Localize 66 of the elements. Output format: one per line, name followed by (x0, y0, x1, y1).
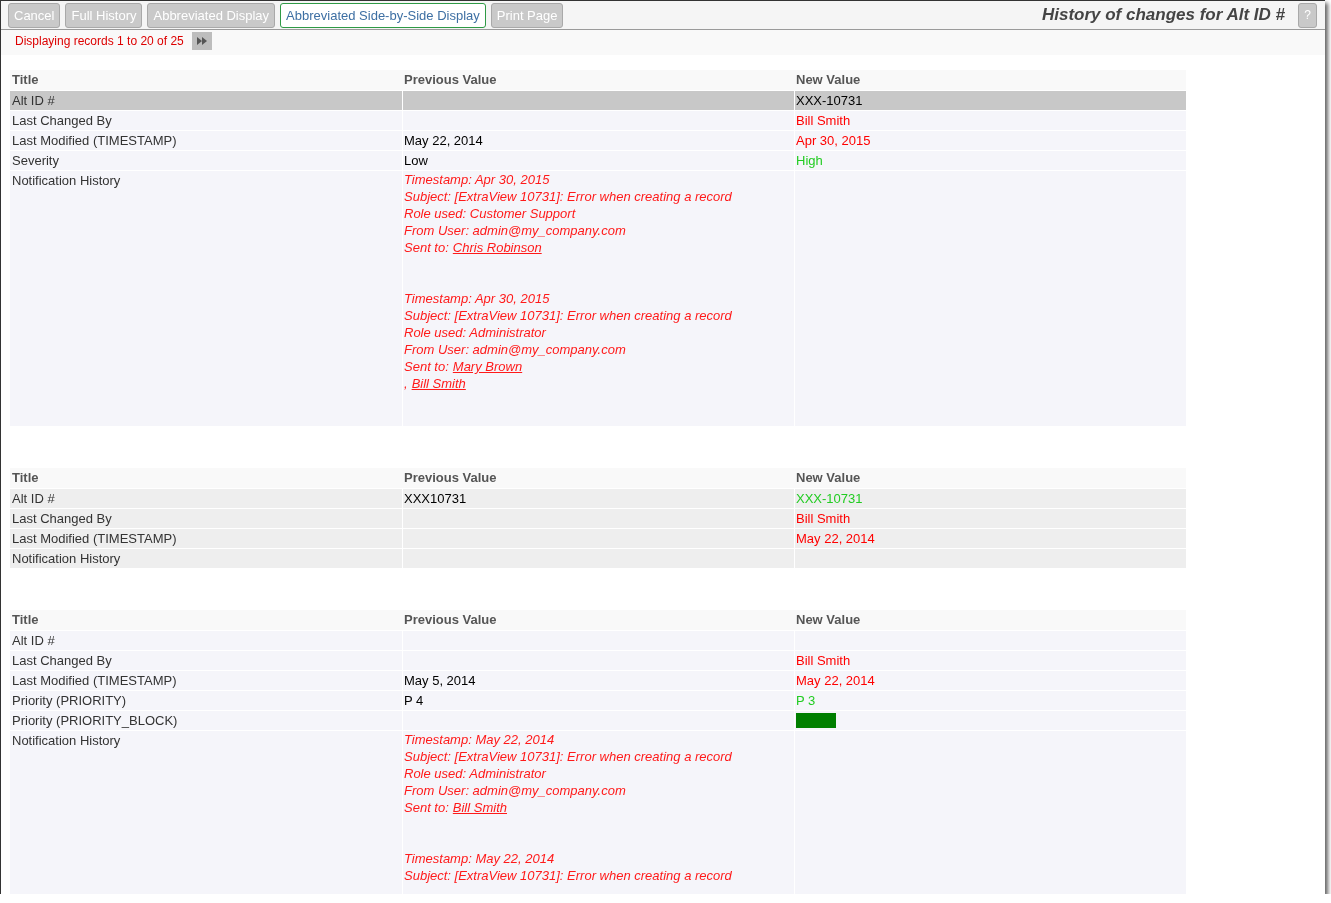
column-header: Previous Value (403, 469, 498, 487)
notification-line: Subject: [ExtraView 10731]: Error when creating a record (404, 307, 732, 324)
toolbar-button[interactable]: Abbreviated Side-by-Side Display (280, 2, 486, 28)
table-cell: Low (402, 151, 794, 170)
notification-line: Timestamp: May 22, 2014 (404, 731, 555, 748)
table-cell-text: Priority (PRIORITY) (11, 692, 128, 710)
table-cell-text: Notification History (11, 172, 122, 190)
table-cell: High (794, 151, 1186, 170)
column-header: Previous Value (403, 611, 498, 629)
table-cell: P 3 (794, 691, 1186, 710)
column-header: New Value (795, 469, 862, 487)
notification-line: Subject: [ExtraView 10731]: Error when creating a record (404, 748, 732, 765)
table-cell-text: Notification History (11, 550, 122, 568)
table-cell-text: Last Modified (TIMESTAMP) (11, 132, 178, 150)
table-cell: P 4 (402, 691, 794, 710)
notification-line: From User: admin@my_company.com (404, 341, 626, 358)
table-cell-text: Alt ID # (11, 92, 56, 110)
table-cell-text: Last Modified (TIMESTAMP) (11, 530, 178, 548)
recipient-label: Sent to: (404, 799, 449, 816)
table-cell: May 5, 2014 (402, 671, 794, 690)
table-cell-text: Last Modified (TIMESTAMP) (11, 672, 178, 690)
column-header: Previous Value (403, 71, 498, 89)
table-cell-text: Last Changed By (11, 652, 113, 670)
notification-line: From User: admin@my_company.com (404, 782, 626, 799)
table-cell: Bill Smith (794, 509, 1186, 528)
notification-line: Timestamp: Apr 30, 2015 (404, 171, 550, 188)
table-cell-text: Last Changed By (11, 510, 113, 528)
notification-line: Subject: [ExtraView 10731]: Error when creating a record (404, 867, 732, 884)
table-cell-text: Alt ID # (11, 490, 56, 508)
notification-line: Role used: Customer Support (404, 205, 576, 222)
recipient-link[interactable]: Mary Brown (452, 358, 523, 375)
next-page-button[interactable] (191, 31, 212, 50)
recipient-link[interactable]: Bill Smith (411, 375, 466, 392)
table-cell: May 22, 2014 (794, 529, 1186, 548)
table-cell-text: Last Changed By (11, 112, 113, 130)
table-cell: XXX10731 (402, 489, 794, 508)
recipient-label: , (404, 375, 408, 392)
notification-line: Timestamp: May 22, 2014 (404, 850, 555, 867)
table-cell: XXX-10731 (794, 91, 1186, 110)
notification-line: Role used: Administrator (404, 324, 546, 341)
recipient-label: Sent to: (404, 358, 449, 375)
notification-line: From User: admin@my_company.com (404, 222, 626, 239)
table-cell: XXX-10731 (794, 489, 1186, 508)
table-cell: May 22, 2014 (794, 671, 1186, 690)
notification-line: Timestamp: Apr 30, 2015 (404, 290, 550, 307)
column-header: Title (11, 71, 40, 89)
table-cell: Apr 30, 2015 (794, 131, 1186, 150)
fast-forward-icon (196, 36, 207, 45)
column-header: Title (11, 469, 40, 487)
column-header: New Value (795, 71, 862, 89)
table-cell-text: Notification History (11, 732, 122, 750)
recipient-link[interactable]: Chris Robinson (452, 239, 542, 256)
table-cell-text: Severity (11, 152, 60, 170)
column-header: Title (11, 611, 40, 629)
table-cell-text: Priority (PRIORITY_BLOCK) (11, 712, 179, 730)
column-header: New Value (795, 611, 862, 629)
table-cell: May 22, 2014 (402, 131, 794, 150)
table-cell: Bill Smith (794, 111, 1186, 130)
table-cell-text: Alt ID # (11, 632, 56, 650)
page-title: History of changes for Alt ID # (1041, 5, 1285, 25)
table-cell: Bill Smith (794, 651, 1186, 670)
recipient-label: Sent to: (404, 239, 449, 256)
record-count: Displaying records 1 to 20 of 25 (15, 33, 184, 48)
recipient-link[interactable]: Bill Smith (452, 799, 507, 816)
notification-line: Subject: [ExtraView 10731]: Error when creating a record (404, 188, 732, 205)
notification-line: Role used: Administrator (404, 765, 546, 782)
